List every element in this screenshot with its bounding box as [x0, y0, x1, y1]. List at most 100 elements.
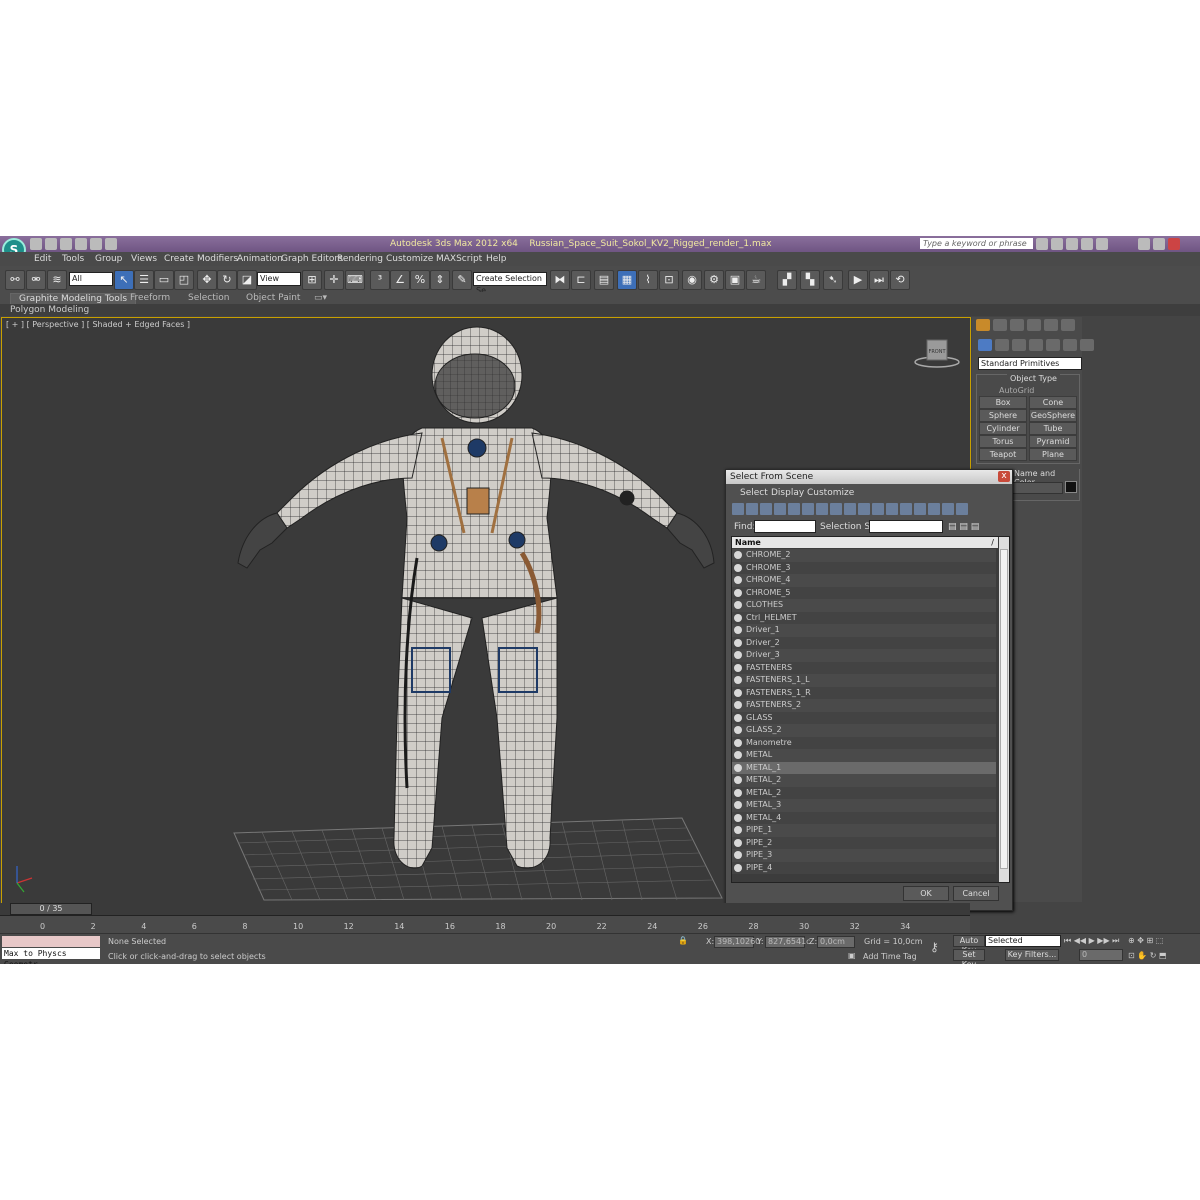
sphere-button[interactable]: Sphere	[979, 409, 1027, 422]
object-name-field[interactable]	[1011, 482, 1063, 494]
display-space-warps-icon[interactable]	[802, 503, 814, 515]
display-shapes-icon[interactable]	[746, 503, 758, 515]
dialog-menu-customize[interactable]: Customize	[807, 488, 854, 498]
tab-selection[interactable]: Selection	[188, 293, 229, 303]
display-helpers-icon[interactable]	[788, 503, 800, 515]
select-rotate-icon[interactable]: ↻	[217, 270, 237, 290]
select-link-icon[interactable]: ⚯	[5, 270, 25, 290]
dialog-title-bar[interactable]: Select From Scene x	[726, 470, 1012, 484]
subscription-icon[interactable]	[1051, 238, 1063, 250]
display-groups-icon[interactable]	[816, 503, 828, 515]
key-filters-button[interactable]: Key Filters...	[1005, 949, 1059, 961]
close-window-icon[interactable]	[1168, 238, 1180, 250]
lock-selection-icon[interactable]: 🔒	[678, 936, 688, 945]
list-item[interactable]: PIPE_4	[732, 861, 996, 874]
rendered-frame-window-icon[interactable]: ▣	[725, 270, 745, 290]
systems-icon[interactable]	[1080, 339, 1094, 351]
angle-snap-icon[interactable]: ∠	[390, 270, 410, 290]
edit-named-selection-icon[interactable]: ✎	[452, 270, 472, 290]
display-tab-icon[interactable]	[1044, 319, 1058, 331]
time-slider[interactable]: 0 / 35	[10, 903, 92, 915]
dialog-menu-select[interactable]: Select	[740, 488, 768, 498]
teapot-button[interactable]: Teapot	[979, 448, 1027, 461]
select-scale-icon[interactable]: ◪	[237, 270, 257, 290]
menu-customize[interactable]: Customize	[386, 254, 433, 264]
cameras-icon[interactable]	[1029, 339, 1043, 351]
cone-button[interactable]: Cone	[1029, 396, 1077, 409]
dialog-menu-display[interactable]: Display	[771, 488, 804, 498]
shapes-icon[interactable]	[995, 339, 1009, 351]
list-item[interactable]: METAL_3	[732, 799, 996, 812]
autogrid-checkbox[interactable]: AutoGrid	[999, 386, 1034, 395]
menu-views[interactable]: Views	[131, 254, 157, 264]
menu-tools[interactable]: Tools	[62, 254, 84, 264]
add-time-tag[interactable]: Add Time Tag	[863, 952, 917, 961]
z-coordinate-field[interactable]: 0,0cm	[817, 936, 855, 948]
physx-toolbar-icon-2[interactable]: ▚	[800, 270, 820, 290]
display-none-icon[interactable]	[914, 503, 926, 515]
snaps-toggle-icon[interactable]: ³	[370, 270, 390, 290]
redo-icon[interactable]	[90, 238, 102, 250]
selection-set-dropdown[interactable]	[869, 520, 943, 533]
geosphere-button[interactable]: GeoSphere	[1029, 409, 1077, 422]
viewport-navigation-icons[interactable]: ⊕ ✥ ⊞ ⬚	[1128, 936, 1163, 945]
name-column-header[interactable]: Name /	[732, 537, 998, 548]
ok-button[interactable]: OK	[903, 886, 949, 901]
create-tab-icon[interactable]	[976, 319, 990, 331]
list-item[interactable]: CHROME_5	[732, 586, 996, 599]
filter-icon[interactable]	[942, 503, 954, 515]
display-cameras-icon[interactable]	[774, 503, 786, 515]
list-item[interactable]: CLOTHES	[732, 599, 996, 612]
minimize-icon[interactable]	[1138, 238, 1150, 250]
layer-manager-icon[interactable]: ▤	[594, 270, 614, 290]
list-scrollbar[interactable]	[999, 537, 1009, 882]
menu-edit[interactable]: Edit	[34, 254, 51, 264]
list-item[interactable]: CHROME_2	[732, 549, 996, 562]
menu-modifiers[interactable]: Modifiers	[197, 254, 238, 264]
set-key-icon[interactable]: ⚷	[930, 940, 939, 954]
ribbon-options-icon[interactable]: ▭▾	[314, 293, 327, 303]
polygon-modeling-panel[interactable]: Polygon Modeling	[10, 305, 89, 315]
lights-icon[interactable]	[1012, 339, 1026, 351]
display-all-icon[interactable]	[900, 503, 912, 515]
pyramid-button[interactable]: Pyramid	[1029, 435, 1077, 448]
tab-object-paint[interactable]: Object Paint	[246, 293, 300, 303]
spinner-snap-icon[interactable]: ⇕	[430, 270, 450, 290]
select-by-name-icon[interactable]: ☰	[134, 270, 154, 290]
curve-editor-icon[interactable]: ⌇	[638, 270, 658, 290]
pivot-center-icon[interactable]: ⊞	[302, 270, 322, 290]
dialog-close-icon[interactable]: x	[998, 471, 1010, 482]
physx-step-icon[interactable]: ⏭	[869, 270, 889, 290]
list-item[interactable]: CHROME_3	[732, 561, 996, 574]
list-item[interactable]: Ctrl_HELMET	[732, 611, 996, 624]
list-item[interactable]: FASTENERS_1_L	[732, 674, 996, 687]
display-bones-icon[interactable]	[844, 503, 856, 515]
filter-settings-icon[interactable]	[956, 503, 968, 515]
list-item[interactable]: Driver_2	[732, 636, 996, 649]
time-tag-icon[interactable]: ▣	[848, 951, 856, 960]
menu-create[interactable]: Create	[164, 254, 194, 264]
communication-icon[interactable]	[1066, 238, 1078, 250]
list-item[interactable]: FASTENERS_1_R	[732, 686, 996, 699]
menu-help[interactable]: Help	[486, 254, 507, 264]
menu-rendering[interactable]: Rendering	[337, 254, 383, 264]
percent-snap-icon[interactable]: %	[410, 270, 430, 290]
list-item[interactable]: CHROME_4	[732, 574, 996, 587]
bind-space-warp-icon[interactable]: ≋	[47, 270, 67, 290]
display-geometry-icon[interactable]	[732, 503, 744, 515]
geometry-icon[interactable]	[978, 339, 992, 351]
list-item[interactable]: GLASS	[732, 711, 996, 724]
keyboard-shortcut-override-icon[interactable]: ⌨	[345, 270, 365, 290]
menu-animation[interactable]: Animation	[237, 254, 283, 264]
open-file-icon[interactable]	[45, 238, 57, 250]
viewport-navigation-icons-2[interactable]: ⊡ ✋ ↻ ⬒	[1128, 951, 1167, 960]
list-item[interactable]: PIPE_3	[732, 849, 996, 862]
list-scrollbar-thumb[interactable]	[1000, 549, 1008, 869]
physx-reset-icon[interactable]: ⟲	[890, 270, 910, 290]
unlink-icon[interactable]: ⚮	[26, 270, 46, 290]
space-warps-icon[interactable]	[1063, 339, 1077, 351]
box-button[interactable]: Box	[979, 396, 1027, 409]
space-suit-model[interactable]	[237, 326, 715, 869]
list-item[interactable]: Manometre	[732, 736, 996, 749]
plane-button[interactable]: Plane	[1029, 448, 1077, 461]
